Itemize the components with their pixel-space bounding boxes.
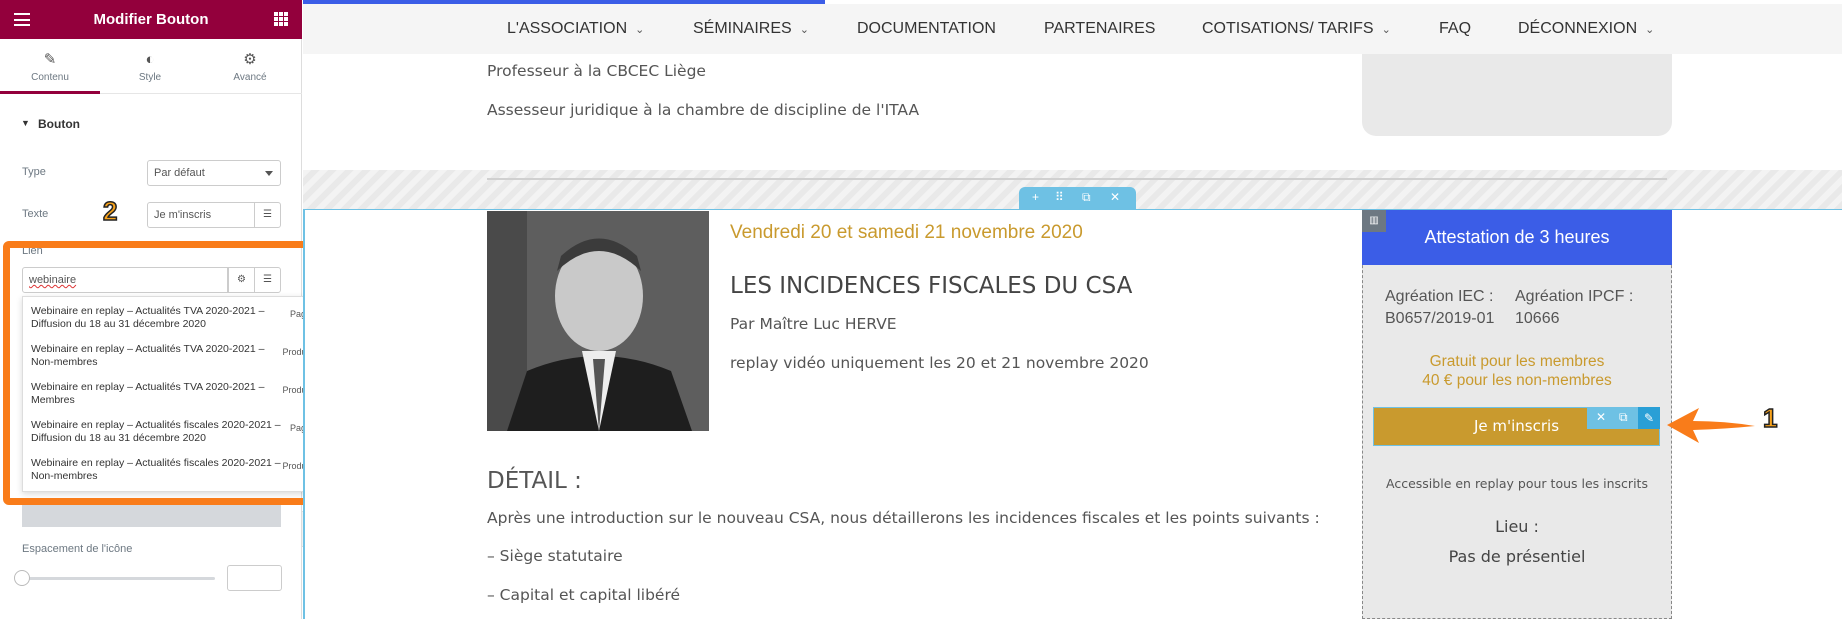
card-header: Attestation de 3 heures <box>1362 210 1672 265</box>
agg-iec-label: Agréation IEC : <box>1385 288 1494 305</box>
list-item[interactable]: Webinaire en replay – Actualités TVA 202… <box>31 381 311 417</box>
list-item[interactable]: Webinaire en replay – Actualités fiscale… <box>31 457 311 493</box>
detail-bullet: – Capital et capital libéré <box>487 586 681 604</box>
widgets-grid-icon[interactable] <box>274 12 288 26</box>
duplicate-icon[interactable]: ⧉ <box>1619 410 1628 425</box>
section-title: Bouton <box>38 117 80 131</box>
caret-down-icon: ▼ <box>21 118 30 128</box>
nav-item-documentation[interactable]: DOCUMENTATION <box>857 20 996 38</box>
section-toggle-button[interactable]: ▼ Bouton <box>0 110 302 140</box>
suggestion-title: Webinaire en replay – Actualités fiscale… <box>31 457 281 482</box>
bio-line: Assesseur juridique à la chambre de disc… <box>487 101 920 119</box>
editor-panel: Modifier Bouton ✎ Contenu ◐ Style ⚙ Avan… <box>0 0 318 619</box>
link-options-gear-icon[interactable]: ⚙ <box>228 267 255 293</box>
chevron-down-icon: ⌄ <box>1645 24 1655 36</box>
detail-intro: Après une introduction sur le nouveau CS… <box>487 509 1320 527</box>
close-icon[interactable]: ✕ <box>1596 410 1606 424</box>
detail-heading: DÉTAIL : <box>487 468 582 494</box>
price-nonmembers: 40 € pour les non-membres <box>1422 372 1612 389</box>
upper-side-card <box>1362 54 1672 136</box>
icon-spacing-input[interactable] <box>227 565 282 591</box>
chevron-down-icon: ⌄ <box>635 24 645 36</box>
event-title: LES INCIDENCES FISCALES DU CSA <box>730 273 1133 299</box>
nav-item-deconnexion[interactable]: DÉCONNEXION ⌄ <box>1518 20 1654 38</box>
icon-spacing-slider-track[interactable] <box>22 577 215 580</box>
agg-iec-value: B0657/2019-01 <box>1385 310 1495 327</box>
chevron-down-icon: ⌄ <box>799 24 809 36</box>
divider-line <box>487 178 1667 180</box>
bio-line: Professeur à la CBCEC Liège <box>487 62 706 80</box>
list-item[interactable]: Webinaire en replay – Actualités TVA 202… <box>31 305 311 341</box>
list-item[interactable]: Webinaire en replay – Actualités TVA 202… <box>31 343 311 379</box>
tab-advanced-label: Avancé <box>233 72 267 83</box>
annotation-marker-1: 1 <box>1762 402 1778 434</box>
panel-header: Modifier Bouton <box>0 0 302 39</box>
link-label: Lien <box>22 245 43 257</box>
annotation-marker-2: 2 <box>102 195 118 227</box>
icon-spacing-label: Espacement de l'icône <box>22 543 133 555</box>
tab-content[interactable]: ✎ Contenu <box>0 39 100 94</box>
panel-title: Modifier Bouton <box>93 11 209 28</box>
add-section-icon[interactable]: + <box>1032 190 1039 204</box>
event-date: Vendredi 20 et samedi 21 novembre 2020 <box>730 222 1083 243</box>
type-select[interactable]: Par défaut <box>147 160 281 186</box>
price-members: Gratuit pour les membres <box>1429 353 1605 370</box>
link-input-value: webinaire <box>29 274 77 286</box>
control-placeholder <box>22 500 281 527</box>
gear-icon: ⚙ <box>243 51 257 68</box>
edit-widget-pencil-icon[interactable]: ✎ <box>1638 407 1660 429</box>
location-label: Lieu : <box>1495 517 1539 536</box>
panel-tabs: ✎ Contenu ◐ Style ⚙ Avancé <box>0 39 302 94</box>
detail-bullet: – Siège statutaire <box>487 547 623 565</box>
suggestion-title: Webinaire en replay – Actualités TVA 202… <box>31 343 265 368</box>
replay-note: replay vidéo uniquement les 20 et 21 nov… <box>730 354 1149 372</box>
nav-item-partenaires[interactable]: PARTENAIRES <box>1044 20 1155 38</box>
drag-handle-icon[interactable]: ⠿ <box>1055 190 1064 204</box>
agg-ipcf-value: 10666 <box>1515 310 1560 327</box>
link-suggestions-dropdown: Webinaire en replay – Actualités TVA 202… <box>22 296 318 492</box>
annotation-arrow-left-icon <box>1667 408 1755 443</box>
tab-style[interactable]: ◐ Style <box>100 39 200 94</box>
suggestion-title: Webinaire en replay – Actualités TVA 202… <box>31 381 265 406</box>
type-select-value: Par défaut <box>154 167 205 179</box>
chevron-down-icon <box>265 171 273 176</box>
location-value: Pas de présentiel <box>1448 547 1586 566</box>
close-icon[interactable]: ✕ <box>1110 190 1120 204</box>
suggestion-title: Webinaire en replay – Actualités fiscale… <box>31 419 281 444</box>
section-toolbar: + ⠿ ⧉ ✕ <box>1019 187 1136 209</box>
tab-content-label: Contenu <box>31 72 69 83</box>
column-handle-icon[interactable]: ▥ <box>1362 210 1386 232</box>
text-label: Texte <box>22 208 49 220</box>
speaker-photo <box>487 211 709 431</box>
text-input[interactable]: Je m'inscris <box>147 202 255 228</box>
link-input[interactable]: webinaire <box>22 267 228 293</box>
nav-item-association[interactable]: L'ASSOCIATION ⌄ <box>507 20 644 38</box>
access-note: Accessible en replay pour tous les inscr… <box>1386 476 1648 491</box>
site-navigation: L'ASSOCIATION ⌄ SÉMINAIRES ⌄ DOCUMENTATION… <box>303 4 1842 54</box>
tab-style-label: Style <box>138 72 162 83</box>
list-item[interactable]: Webinaire en replay – Actualités fiscale… <box>31 419 311 455</box>
link-dynamic-tags-icon[interactable]: ☰ <box>254 267 281 293</box>
tab-advanced[interactable]: ⚙ Avancé <box>200 39 300 94</box>
suggestion-title: Webinaire en replay – Actualités TVA 202… <box>31 305 265 330</box>
nav-item-faq[interactable]: FAQ <box>1439 20 1471 38</box>
pencil-icon: ✎ <box>43 51 57 68</box>
half-circle-icon: ◐ <box>145 51 155 68</box>
speaker-name: Par Maître Luc HERVE <box>730 315 897 333</box>
chevron-down-icon: ⌄ <box>1381 24 1391 36</box>
nav-item-seminaires[interactable]: SÉMINAIRES ⌄ <box>693 20 809 38</box>
duplicate-icon[interactable]: ⧉ <box>1082 190 1091 205</box>
icon-spacing-slider-handle[interactable] <box>14 570 30 586</box>
nav-item-cotisations[interactable]: COTISATIONS/ TARIFS ⌄ <box>1202 20 1391 38</box>
dynamic-tags-icon[interactable]: ☰ <box>254 202 281 228</box>
type-label: Type <box>22 166 46 178</box>
agg-ipcf-label: Agréation IPCF : <box>1515 288 1634 305</box>
